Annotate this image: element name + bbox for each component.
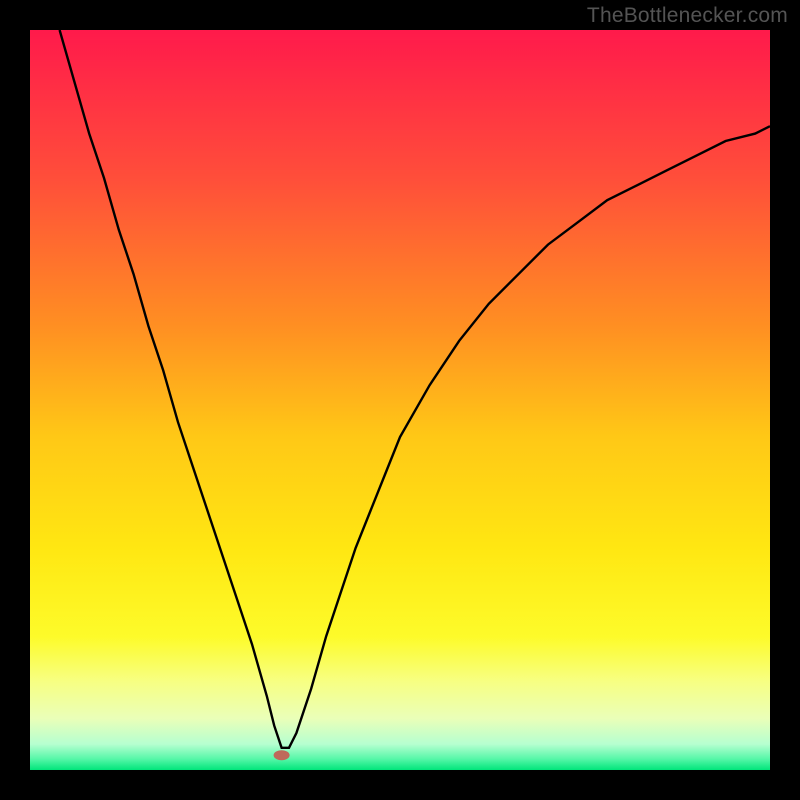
optimal-point-marker — [274, 750, 290, 760]
chart-svg — [30, 30, 770, 770]
watermark-text: TheBottlenecker.com — [587, 4, 788, 28]
plot-area — [30, 30, 770, 770]
gradient-background — [30, 30, 770, 770]
chart-frame: TheBottlenecker.com — [0, 0, 800, 800]
